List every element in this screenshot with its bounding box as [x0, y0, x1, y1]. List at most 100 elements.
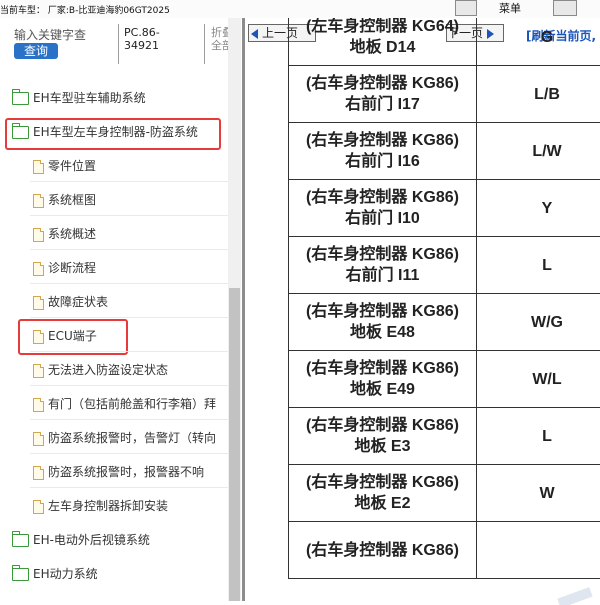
table-row: (右车身控制器 KG86)右前门 I16L/W	[289, 123, 600, 180]
tree-doc-item[interactable]: 零件位置	[33, 150, 223, 182]
wire-color-cell: W/G	[477, 294, 600, 351]
location-line-1: (右车身控制器 KG86)	[289, 301, 476, 322]
row-separator	[30, 249, 228, 250]
location-line-2: 地板 E2	[289, 493, 476, 514]
tree-item-label: EH车型驻车辅助系统	[33, 91, 146, 105]
row-separator	[30, 385, 228, 386]
tree-item-label: 故障症状表	[48, 295, 108, 309]
tree-doc-item[interactable]: 左车身控制器拆卸安装	[33, 490, 223, 522]
tree-item-label: 零件位置	[48, 159, 96, 173]
location-line-1: (右车身控制器 KG86)	[289, 540, 476, 561]
location-line-2: 右前门 I10	[289, 208, 476, 229]
row-separator	[30, 317, 228, 318]
tree-item-label: EH动力系统	[33, 567, 98, 581]
tree-folder-item[interactable]: EH-电动外后视镜系统	[12, 524, 208, 556]
location-line-1: (右车身控制器 KG86)	[289, 244, 476, 265]
table-row: (左车身控制器 KG64)地板 D14G	[289, 18, 600, 66]
arrow-left-icon	[251, 29, 258, 39]
tree-item-label: 左车身控制器拆卸安装	[48, 499, 168, 513]
location-cell: (右车身控制器 KG86)右前门 I16	[289, 123, 477, 180]
divider	[204, 24, 205, 64]
wire-color-cell: L/W	[477, 123, 600, 180]
tree-doc-item[interactable]: 故障症状表	[33, 286, 223, 318]
tree-doc-item[interactable]: 无法进入防盗设定状态	[33, 354, 223, 386]
tree-item-label: 防盗系统报警时，报警器不响	[48, 465, 204, 479]
wire-color-cell: L	[477, 237, 600, 294]
document-icon	[33, 500, 44, 514]
document-icon	[33, 262, 44, 276]
wire-color-cell: W/L	[477, 351, 600, 408]
location-line-2: 地板 D14	[289, 37, 476, 58]
row-separator	[30, 487, 228, 488]
document-icon	[33, 296, 44, 310]
tree-item-label: EH-电动外后视镜系统	[33, 533, 150, 547]
location-line-2: 地板 E3	[289, 436, 476, 457]
sidebar: 输入关键字查 查询 PC.86-34921 折叠全部 EH车型驻车辅助系统 EH…	[0, 18, 242, 601]
location-line-2: 地板 E49	[289, 379, 476, 400]
sidebar-scrollbar-thumb[interactable]	[229, 288, 240, 601]
menu-label[interactable]: 菜单	[499, 0, 521, 16]
tree-doc-item[interactable]: 防盗系统报警时，告警灯（转向	[33, 422, 223, 454]
table-row: (右车身控制器 KG86)右前门 I10Y	[289, 180, 600, 237]
highlight-box	[18, 319, 128, 355]
search-input[interactable]: 输入关键字查	[14, 26, 116, 43]
folder-icon	[12, 534, 29, 547]
wire-color-cell: L	[477, 408, 600, 465]
wire-color-cell: W	[477, 465, 600, 522]
tree-item-label: 系统框图	[48, 193, 96, 207]
divider	[118, 24, 119, 64]
toolbar-icon-button[interactable]	[455, 0, 477, 16]
location-line-1: (右车身控制器 KG86)	[289, 73, 476, 94]
terminal-table: (左车身控制器 KG64)地板 D14G(右车身控制器 KG86)右前门 I17…	[288, 18, 600, 579]
table-row: (右车身控制器 KG86)地板 E48W/G	[289, 294, 600, 351]
row-separator	[30, 283, 228, 284]
search-area: 输入关键字查 查询 PC.86-34921 折叠全部	[0, 18, 242, 78]
location-line-2: 右前门 I16	[289, 151, 476, 172]
tree-folder-item[interactable]: EH车型驻车辅助系统	[12, 82, 208, 114]
location-cell: (右车身控制器 KG86)地板 E3	[289, 408, 477, 465]
tree-item-label: 无法进入防盗设定状态	[48, 363, 168, 377]
top-bar: 当前车型： 厂家:B-比亚迪海豹06GT2025 菜单	[0, 0, 600, 18]
pc-code: PC.86-34921	[124, 26, 176, 52]
folder-icon	[12, 568, 29, 581]
location-cell: (右车身控制器 KG86)	[289, 522, 477, 579]
table-row: (右车身控制器 KG86)地板 E2W	[289, 465, 600, 522]
location-cell: (右车身控制器 KG86)右前门 I17	[289, 66, 477, 123]
table-row: (右车身控制器 KG86)地板 E3L	[289, 408, 600, 465]
document-icon	[33, 194, 44, 208]
location-cell: (右车身控制器 KG86)地板 E49	[289, 351, 477, 408]
document-icon	[33, 228, 44, 242]
tree-folder-item[interactable]: EH动力系统	[12, 558, 208, 590]
document-icon	[33, 364, 44, 378]
tree-item-label: 系统概述	[48, 227, 96, 241]
tree-doc-item[interactable]: 防盗系统报警时，报警器不响	[33, 456, 223, 488]
wire-color-cell: Y	[477, 180, 600, 237]
tree-doc-item[interactable]: 有门（包括前舱盖和行李箱）拜	[33, 388, 223, 420]
wire-color-cell: G	[477, 18, 600, 66]
location-cell: (右车身控制器 KG86)地板 E2	[289, 465, 477, 522]
tree-doc-item[interactable]: 诊断流程	[33, 252, 223, 284]
location-cell: (右车身控制器 KG86)地板 E48	[289, 294, 477, 351]
location-cell: (右车身控制器 KG86)右前门 I10	[289, 180, 477, 237]
location-line-1: (右车身控制器 KG86)	[289, 472, 476, 493]
toolbar-icon-button-2[interactable]	[553, 0, 577, 16]
wire-color-cell	[477, 522, 600, 579]
table-row: (右车身控制器 KG86)右前门 I11L	[289, 237, 600, 294]
row-separator	[30, 351, 228, 352]
search-button[interactable]: 查询	[14, 43, 58, 59]
tree-item-label: 防盗系统报警时，告警灯（转向	[48, 431, 216, 445]
document-icon	[33, 466, 44, 480]
table-row: (右车身控制器 KG86)右前门 I17L/B	[289, 66, 600, 123]
location-line-1: (右车身控制器 KG86)	[289, 187, 476, 208]
location-cell: (左车身控制器 KG64)地板 D14	[289, 18, 477, 66]
document-icon	[33, 160, 44, 174]
row-separator	[30, 181, 228, 182]
content-panel: 上一页 下一页 [刷新当前页, (左车身控制器 KG64)地板 D14G(右车身…	[245, 18, 600, 601]
location-line-1: (右车身控制器 KG86)	[289, 130, 476, 151]
location-line-2: 右前门 I17	[289, 94, 476, 115]
vehicle-breadcrumb: 当前车型： 厂家:B-比亚迪海豹06GT2025	[0, 3, 170, 16]
location-line-2: 地板 E48	[289, 322, 476, 343]
tree-doc-item[interactable]: 系统概述	[33, 218, 223, 250]
wire-color-cell: L/B	[477, 66, 600, 123]
tree-doc-item[interactable]: 系统框图	[33, 184, 223, 216]
